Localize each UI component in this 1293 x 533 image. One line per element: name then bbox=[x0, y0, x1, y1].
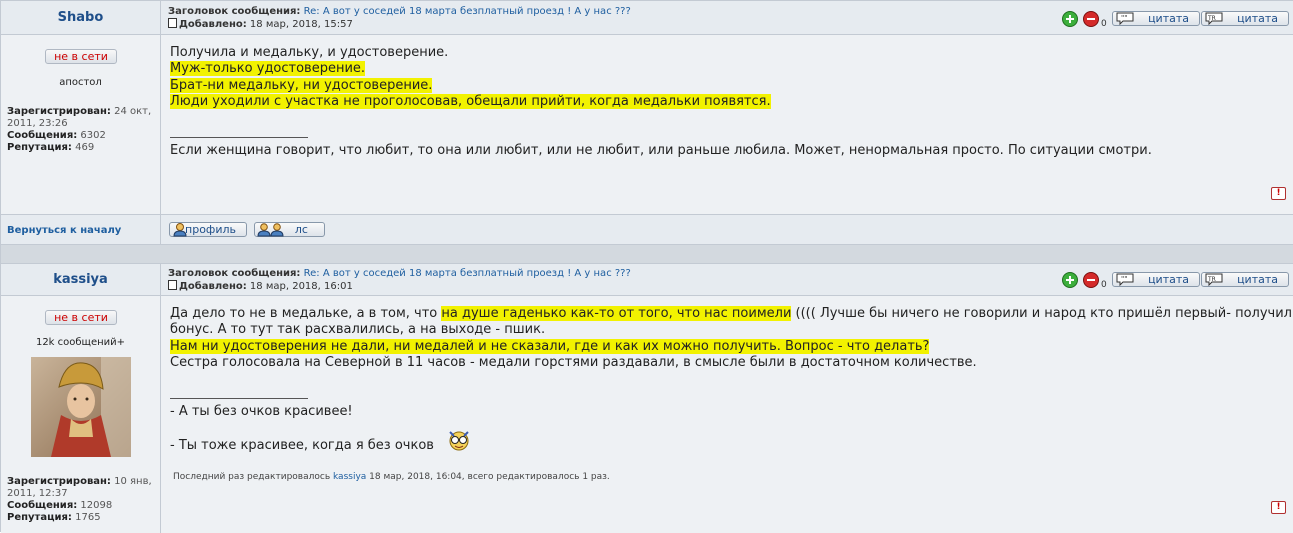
messages-count: 6302 bbox=[80, 130, 106, 141]
glasses-smiley-icon bbox=[449, 431, 469, 451]
report-button[interactable]: ! bbox=[1271, 501, 1286, 514]
subject-label: Заголовок сообщения: bbox=[168, 268, 301, 279]
svg-text:TR: TR bbox=[1207, 15, 1216, 22]
post-subject: Заголовок сообщения: Re: А вот у соседей… bbox=[168, 5, 631, 31]
vote-up-icon[interactable] bbox=[1061, 10, 1079, 28]
svg-text:TR: TR bbox=[1207, 276, 1216, 283]
subject-label: Заголовок сообщения: bbox=[168, 6, 301, 17]
vote-down-icon[interactable] bbox=[1082, 271, 1100, 289]
subject-text[interactable]: Re: А вот у соседей 18 марта безплатный … bbox=[304, 268, 631, 279]
post-icon bbox=[168, 280, 177, 290]
quote-translit-button[interactable]: TR цитата bbox=[1201, 272, 1289, 287]
quote-bubble-icon: "" bbox=[1116, 12, 1134, 25]
svg-text:"": "" bbox=[1121, 275, 1127, 283]
report-button[interactable]: ! bbox=[1271, 187, 1286, 200]
author-profile: не в сети апостол Зарегистрирован: 24 ок… bbox=[1, 35, 161, 215]
highlighted-text: на душе гаденько как-то от того, что нас… bbox=[441, 306, 792, 321]
author-name[interactable]: Shabo bbox=[1, 10, 160, 25]
footer-actions: профиль лс bbox=[161, 215, 1293, 245]
vote-count: 0 bbox=[1101, 19, 1107, 29]
post-header: kassiya Заголовок сообщения: Re: А вот у… bbox=[1, 264, 1293, 296]
user-details: Зарегистрирован: 24 окт, 2011, 23:26 Соо… bbox=[7, 106, 152, 153]
back-to-top-link[interactable]: Вернуться к началу bbox=[7, 225, 121, 236]
user-rank: 12k сообщений+ bbox=[35, 337, 126, 348]
post-meta: Заголовок сообщения: Re: А вот у соседей… bbox=[161, 1, 1293, 35]
vote-up-icon[interactable] bbox=[1061, 271, 1079, 289]
user-rank: апостол bbox=[59, 77, 102, 88]
post-header: Shabo Заголовок сообщения: Re: А вот у с… bbox=[1, 1, 1293, 35]
post-meta: Заголовок сообщения: Re: А вот у соседей… bbox=[161, 264, 1293, 296]
editor-username[interactable]: kassiya bbox=[333, 472, 366, 482]
quote-button[interactable]: "" цитата bbox=[1112, 11, 1200, 26]
offline-status-badge[interactable]: не в сети bbox=[45, 49, 117, 64]
post-subject: Заголовок сообщения: Re: А вот у соседей… bbox=[168, 267, 631, 293]
private-message-button[interactable]: лс bbox=[254, 222, 325, 237]
message-text: Да дело то не в медальке, а в том, что н… bbox=[170, 306, 1292, 453]
added-date: 18 мар, 2018, 16:01 bbox=[249, 281, 353, 292]
post-footer: Вернуться к началу профиль лс bbox=[1, 215, 1293, 245]
post-content: Да дело то не в медальке, а в том, что н… bbox=[161, 296, 1293, 533]
signature-divider bbox=[170, 136, 308, 139]
quote-bubble-icon: "" bbox=[1116, 273, 1134, 286]
users-icon bbox=[257, 223, 284, 237]
author-cell: Shabo bbox=[1, 1, 161, 35]
added-label: Добавлено: bbox=[179, 281, 247, 292]
post-body: не в сети апостол Зарегистрирован: 24 ок… bbox=[1, 35, 1293, 215]
quote-translit-button[interactable]: TR цитата bbox=[1201, 11, 1289, 26]
quote-button[interactable]: "" цитата bbox=[1112, 272, 1200, 287]
quote-tr-icon: TR bbox=[1205, 12, 1223, 25]
svg-text:"": "" bbox=[1121, 14, 1127, 22]
highlighted-line: Брат-ни медальку, ни удостоверение. bbox=[170, 77, 433, 93]
messages-count: 12098 bbox=[80, 500, 113, 511]
quote-tr-icon: TR bbox=[1205, 273, 1223, 286]
avatar[interactable] bbox=[31, 357, 131, 457]
message-line: Получила и медальку, и удостоверение. bbox=[170, 45, 449, 60]
forum-thread: Shabo Заголовок сообщения: Re: А вот у с… bbox=[0, 0, 1293, 533]
vote-count: 0 bbox=[1101, 280, 1107, 290]
author-cell: kassiya bbox=[1, 264, 161, 296]
highlighted-line: Муж-только удостоверение. bbox=[170, 61, 366, 77]
signature-line: - А ты без очков красивее! bbox=[170, 404, 353, 420]
user-details: Зарегистрирован: 10 янв, 2011, 12:37 Соо… bbox=[7, 476, 152, 523]
author-name[interactable]: kassiya bbox=[1, 272, 160, 287]
reputation-value[interactable]: 1765 bbox=[75, 512, 100, 523]
offline-status-badge[interactable]: не в сети bbox=[45, 310, 117, 325]
subject-text[interactable]: Re: А вот у соседей 18 марта безплатный … bbox=[304, 6, 631, 17]
signature-line: - Ты тоже красивее, когда я без очков bbox=[170, 437, 434, 453]
added-label: Добавлено: bbox=[179, 19, 247, 30]
author-profile: не в сети 12k сообщений+ Зарегистрирован… bbox=[1, 296, 161, 533]
post-separator bbox=[1, 245, 1293, 264]
signature: Если женщина говорит, что любит, то она … bbox=[170, 143, 1152, 159]
highlighted-line: Нам ни удостоверения не дали, ни медалей… bbox=[170, 338, 930, 354]
vote-down-icon[interactable] bbox=[1082, 10, 1100, 28]
reputation-value[interactable]: 469 bbox=[75, 142, 94, 153]
post-body: не в сети 12k сообщений+ Зарегистрирован… bbox=[1, 296, 1293, 533]
profile-button[interactable]: профиль bbox=[169, 222, 247, 237]
post-content: Получила и медальку, и удостоверение. Му… bbox=[161, 35, 1293, 215]
post-icon bbox=[168, 18, 177, 28]
added-date: 18 мар, 2018, 15:57 bbox=[249, 19, 353, 30]
edit-note: Последний раз редактировалось kassiya 18… bbox=[173, 472, 610, 482]
footer-left: Вернуться к началу bbox=[1, 215, 161, 245]
message-text: Получила и медальку, и удостоверение. Му… bbox=[170, 45, 1152, 160]
signature-divider bbox=[170, 397, 308, 400]
highlighted-line: Люди уходили с участка не проголосовав, … bbox=[170, 94, 771, 110]
